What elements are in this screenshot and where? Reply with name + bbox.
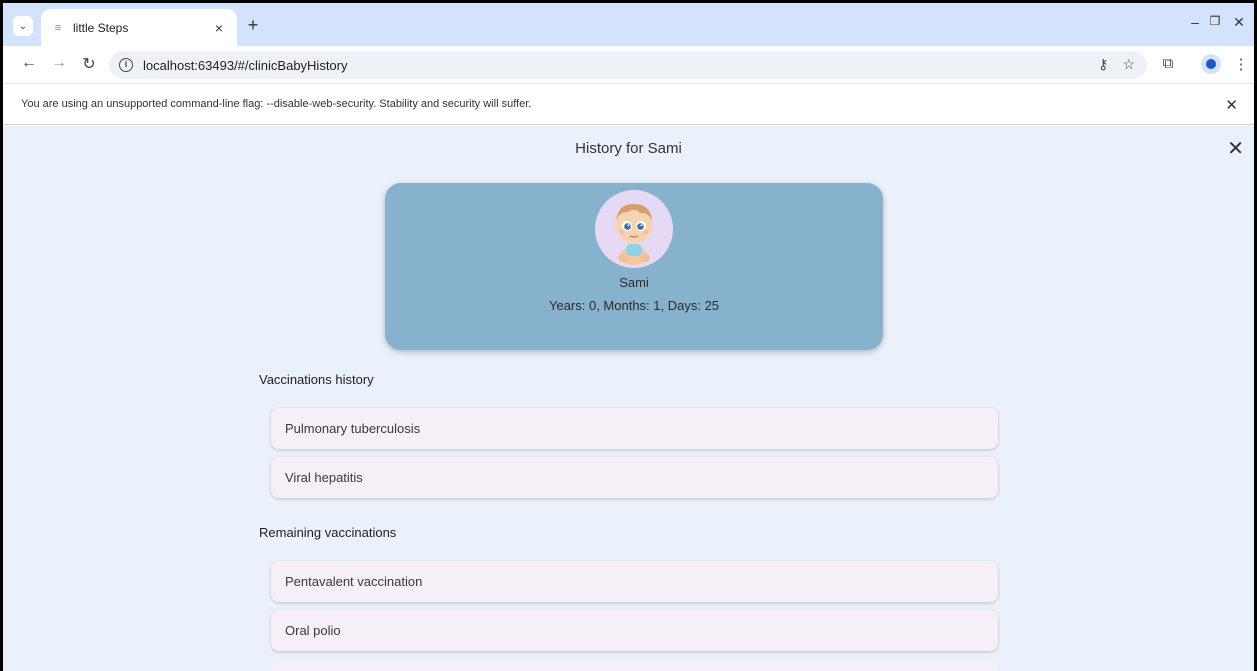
forward-arrow-icon[interactable]: → [49, 54, 69, 72]
browser-tab[interactable]: ≡ little Steps × [41, 9, 237, 46]
address-bar-actions: ⚷ ☆ [1098, 56, 1135, 73]
browser-window: ⌄ ≡ little Steps × + – ❐ ✕ ← → ↻ i local… [0, 0, 1257, 671]
baby-avatar [595, 190, 673, 268]
profile-avatar-icon[interactable] [1201, 54, 1221, 74]
tab-search-chevron-icon[interactable]: ⌄ [13, 16, 33, 36]
bookmark-star-icon[interactable]: ☆ [1122, 56, 1135, 73]
tab-strip: ⌄ ≡ little Steps × + – ❐ ✕ [3, 3, 1254, 46]
infobar-message: You are using an unsupported command-lin… [21, 98, 532, 110]
page-close-icon[interactable]: ✕ [1227, 136, 1244, 161]
remaining-vaccination-item[interactable]: Oral polio [271, 610, 998, 651]
window-close-icon[interactable]: ✕ [1227, 14, 1251, 31]
baby-age: Years: 0, Months: 1, Days: 25 [548, 298, 720, 313]
browser-toolbar: ← → ↻ i localhost:63493/#/clinicBabyHist… [3, 46, 1254, 83]
new-tab-button[interactable]: + [243, 15, 263, 36]
password-key-icon[interactable]: ⚷ [1098, 56, 1108, 73]
site-info-icon[interactable]: i [119, 58, 133, 72]
vaccination-history-item[interactable]: Viral hepatitis [271, 457, 998, 498]
restore-icon[interactable]: ❐ [1203, 14, 1227, 28]
baby-illustration-icon [615, 203, 653, 265]
extensions-puzzle-icon[interactable]: ⧉ [1158, 55, 1178, 72]
infobar-close-icon[interactable]: ✕ [1225, 96, 1238, 114]
url-text[interactable]: localhost:63493/#/clinicBabyHistory [143, 58, 348, 73]
vaccination-history-item[interactable]: Pulmonary tuberculosis [271, 408, 998, 449]
vaccinations-history-heading: Vaccinations history [259, 372, 374, 387]
remaining-vaccination-item-partial[interactable] [271, 662, 998, 671]
page-favicon-icon: ≡ [54, 21, 62, 34]
page-title: History for Sami [575, 140, 682, 157]
app-page: History for Sami ✕ Sami Years: 0, Months… [3, 126, 1254, 671]
address-bar[interactable]: i localhost:63493/#/clinicBabyHistory ⚷ … [109, 51, 1147, 79]
baby-profile-card: Sami Years: 0, Months: 1, Days: 25 [385, 183, 883, 350]
tab-title: little Steps [73, 20, 129, 35]
tab-close-icon[interactable]: × [211, 20, 227, 36]
back-arrow-icon[interactable]: ← [19, 54, 39, 72]
menu-kebab-icon[interactable]: ⋮ [1231, 55, 1251, 73]
remaining-vaccination-item[interactable]: Pentavalent vaccination [271, 561, 998, 602]
warning-infobar: You are using an unsupported command-lin… [3, 83, 1254, 125]
baby-name: Sami [619, 275, 649, 290]
list-divider [271, 506, 998, 510]
reload-icon[interactable]: ↻ [79, 54, 99, 74]
remaining-vaccinations-heading: Remaining vaccinations [259, 525, 397, 540]
